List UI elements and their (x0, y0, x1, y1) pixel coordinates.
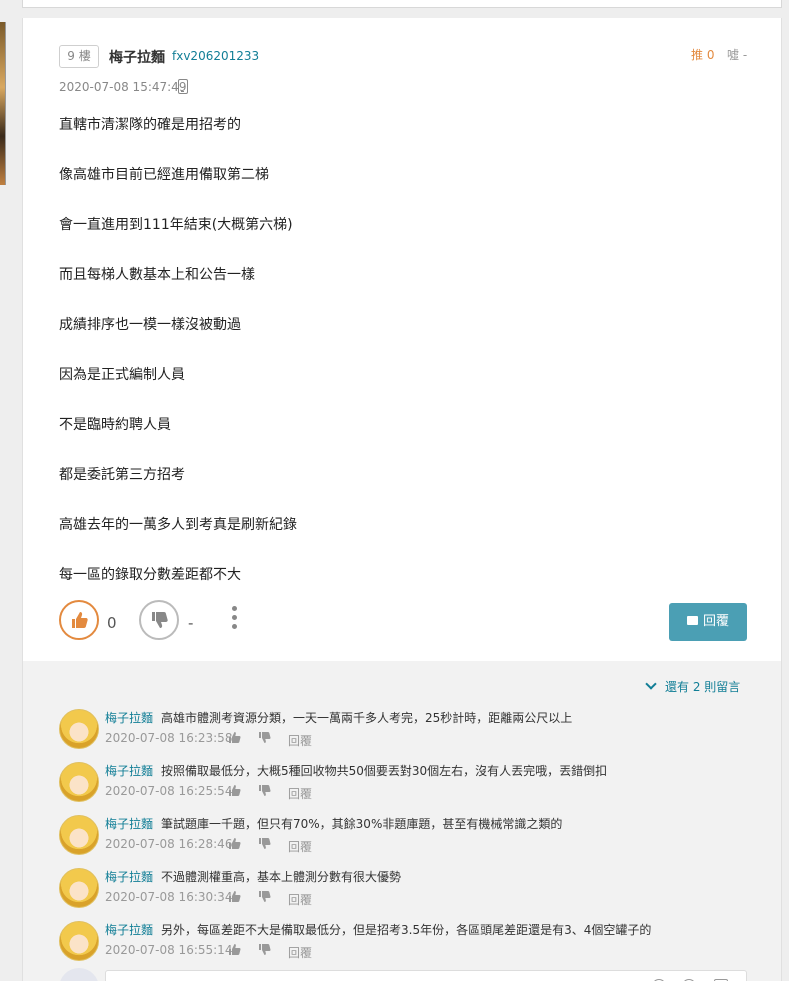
previous-post-card (22, 0, 782, 8)
thumbs-down-icon[interactable] (259, 785, 271, 796)
chevron-down-icon (645, 678, 657, 690)
comment-reply-link[interactable]: 回覆 (288, 891, 312, 908)
comment-item: 梅子拉麵 筆試題庫一千題，但只有70%，其餘30%非題庫題，甚至有機械常識之類的… (59, 815, 759, 861)
avatar[interactable] (59, 868, 99, 908)
content-line: 高雄去年的一萬多人到考真是刷新紀錄 (59, 517, 297, 533)
floor-badge[interactable]: 9 樓 (59, 45, 99, 68)
comment-text: 高雄市體測考資源分類，一天一萬兩千多人考完，25秒計時，距離兩公尺以上 (161, 711, 573, 725)
thumbs-up-icon[interactable] (229, 732, 241, 743)
content-line: 因為是正式編制人員 (59, 367, 185, 383)
comment-time: 2020-07-08 16:28:46 (105, 837, 233, 851)
thumbs-down-icon[interactable] (259, 838, 271, 849)
push-count: 推 0 (691, 48, 715, 62)
author-id[interactable]: fxv206201233 (172, 49, 259, 63)
thumbs-up-icon[interactable] (229, 838, 241, 849)
comment-author[interactable]: 梅子拉麵 (105, 868, 153, 885)
dislike-count: - (188, 614, 194, 632)
comment-item: 梅子拉麵 不過體測權重高，基本上體測分數有很大優勢 2020-07-08 16:… (59, 868, 759, 914)
thumbs-down-icon (152, 612, 168, 628)
like-count: 0 (107, 614, 117, 632)
boo-count: 噓 - (727, 48, 748, 62)
side-banner-thumbnail[interactable] (0, 22, 6, 185)
comment-author[interactable]: 梅子拉麵 (105, 762, 153, 779)
content-line: 成績排序也一模一樣沒被動過 (59, 317, 241, 333)
comment-reply-link[interactable]: 回覆 (288, 732, 312, 749)
thumbs-down-icon[interactable] (259, 732, 271, 743)
comment-time: 2020-07-08 16:55:14 (105, 943, 233, 957)
comment-time: 2020-07-08 16:25:54 (105, 784, 233, 798)
content-line: 像高雄市目前已經進用備取第二梯 (59, 167, 269, 183)
avatar[interactable] (59, 921, 99, 961)
content-line: 都是委託第三方招考 (59, 467, 185, 483)
comment-author[interactable]: 梅子拉麵 (105, 921, 153, 938)
avatar[interactable] (59, 709, 99, 749)
thumbs-up-icon[interactable] (229, 891, 241, 902)
like-button[interactable] (59, 600, 99, 640)
comment-text: 不過體測權重高，基本上體測分數有很大優勢 (161, 870, 402, 884)
author-name[interactable]: 梅子拉麵 (109, 47, 165, 67)
reply-button-label: 回覆 (702, 614, 729, 629)
thumbs-up-icon[interactable] (229, 785, 241, 796)
show-more-comments-link[interactable]: 還有 2 則留言 (645, 678, 741, 695)
thumbs-down-icon[interactable] (259, 891, 271, 902)
comments-section: 還有 2 則留言 梅子拉麵 高雄市體測考資源分類，一天一萬兩千多人考完，25秒計… (23, 661, 781, 981)
more-options-icon[interactable] (230, 606, 238, 634)
mobile-device-icon (178, 79, 188, 94)
comment-reply-link[interactable]: 回覆 (288, 785, 312, 802)
thumbs-down-icon[interactable] (259, 944, 271, 955)
comment-author[interactable]: 梅子拉麵 (105, 815, 153, 832)
content-line: 不是臨時約聘人員 (59, 417, 171, 433)
comment-reply-link[interactable]: 回覆 (288, 838, 312, 855)
content-line: 直轄市清潔隊的確是用招考的 (59, 117, 241, 133)
content-line: 而且每梯人數基本上和公告一樣 (59, 267, 255, 283)
comment-author[interactable]: 梅子拉麵 (105, 709, 153, 726)
dislike-button[interactable] (139, 600, 179, 640)
comment-icon (686, 616, 698, 625)
thumbs-up-icon (72, 612, 88, 628)
current-user-avatar (59, 968, 99, 981)
comment-reply-link[interactable]: 回覆 (288, 944, 312, 961)
avatar[interactable] (59, 815, 99, 855)
reply-button[interactable]: 回覆 (669, 603, 747, 641)
post-content: 直轄市清潔隊的確是用招考的 像高雄市目前已經進用備取第二梯 會一直進用到111年… (59, 114, 739, 614)
content-line: 會一直進用到111年結束(大概第六梯) (59, 217, 293, 233)
post-timestamp: 2020-07-08 15:47:49 (59, 80, 187, 94)
comment-text: 筆試題庫一千題，但只有70%，其餘30%非題庫題，甚至有機械常識之類的 (161, 817, 563, 831)
comment-text: 按照備取最低分，大概5種回收物共50個要丟對30個左右，沒有人丟完哦，丟錯倒扣 (161, 764, 608, 778)
comment-time: 2020-07-08 16:23:58 (105, 731, 233, 745)
avatar[interactable] (59, 762, 99, 802)
show-more-comments-label: 還有 2 則留言 (665, 680, 741, 694)
thumbs-up-icon[interactable] (229, 944, 241, 955)
comment-item: 梅子拉麵 按照備取最低分，大概5種回收物共50個要丟對30個左右，沒有人丟完哦，… (59, 762, 759, 808)
comment-input[interactable] (105, 970, 747, 981)
comment-item: 梅子拉麵 高雄市體測考資源分類，一天一萬兩千多人考完，25秒計時，距離兩公尺以上… (59, 709, 759, 755)
comment-item: 梅子拉麵 另外，每區差距不大是備取最低分，但是招考3.5年份，各區頭尾差距還是有… (59, 921, 759, 967)
comment-text: 另外，每區差距不大是備取最低分，但是招考3.5年份，各區頭尾差距還是有3、4個空… (161, 923, 652, 937)
post-card: 9 樓 梅子拉麵 fxv206201233 推 0 噓 - 2020-07-08… (22, 18, 782, 981)
comment-time: 2020-07-08 16:30:34 (105, 890, 233, 904)
